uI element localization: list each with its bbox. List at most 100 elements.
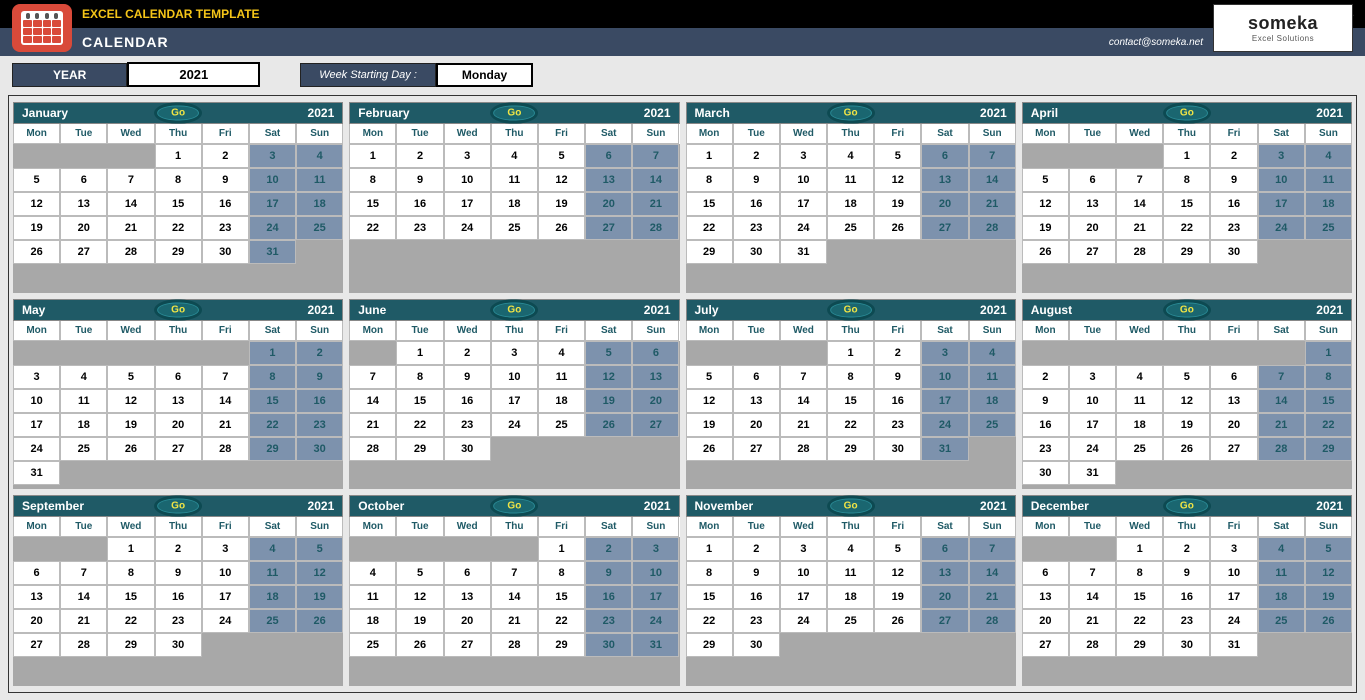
day-cell[interactable]: 7 <box>780 365 827 389</box>
day-cell[interactable]: 3 <box>780 537 827 561</box>
day-cell[interactable]: 8 <box>107 561 154 585</box>
day-cell[interactable]: 3 <box>491 341 538 365</box>
day-cell[interactable]: 27 <box>60 240 107 264</box>
day-cell[interactable]: 28 <box>1258 437 1305 461</box>
day-cell[interactable]: 13 <box>733 389 780 413</box>
day-cell[interactable]: 29 <box>249 437 296 461</box>
day-cell[interactable]: 30 <box>1210 240 1257 264</box>
day-cell[interactable]: 4 <box>349 561 396 585</box>
day-cell[interactable]: 7 <box>632 144 679 168</box>
day-cell[interactable]: 8 <box>1163 168 1210 192</box>
day-cell[interactable]: 16 <box>202 192 249 216</box>
day-cell[interactable]: 21 <box>632 192 679 216</box>
day-cell[interactable]: 2 <box>1210 144 1257 168</box>
day-cell[interactable]: 4 <box>249 537 296 561</box>
day-cell[interactable]: 20 <box>1022 609 1069 633</box>
day-cell[interactable]: 29 <box>686 240 733 264</box>
day-cell[interactable]: 12 <box>686 389 733 413</box>
day-cell[interactable]: 27 <box>632 413 679 437</box>
day-cell[interactable]: 25 <box>296 216 343 240</box>
day-cell[interactable]: 24 <box>1210 609 1257 633</box>
day-cell[interactable]: 26 <box>296 609 343 633</box>
day-cell[interactable]: 26 <box>13 240 60 264</box>
day-cell[interactable]: 21 <box>969 192 1016 216</box>
day-cell[interactable]: 7 <box>60 561 107 585</box>
day-cell[interactable]: 13 <box>921 168 968 192</box>
day-cell[interactable]: 19 <box>874 192 921 216</box>
day-cell[interactable]: 10 <box>1258 168 1305 192</box>
day-cell[interactable]: 5 <box>296 537 343 561</box>
day-cell[interactable]: 16 <box>733 585 780 609</box>
day-cell[interactable]: 18 <box>1258 585 1305 609</box>
day-cell[interactable]: 2 <box>733 537 780 561</box>
day-cell[interactable]: 20 <box>921 585 968 609</box>
day-cell[interactable]: 22 <box>1116 609 1163 633</box>
day-cell[interactable]: 6 <box>1069 168 1116 192</box>
day-cell[interactable]: 11 <box>1258 561 1305 585</box>
go-button[interactable]: Go <box>827 496 875 517</box>
day-cell[interactable]: 26 <box>1022 240 1069 264</box>
day-cell[interactable]: 8 <box>249 365 296 389</box>
day-cell[interactable]: 22 <box>1163 216 1210 240</box>
day-cell[interactable]: 14 <box>969 561 1016 585</box>
day-cell[interactable]: 14 <box>632 168 679 192</box>
day-cell[interactable]: 13 <box>585 168 632 192</box>
day-cell[interactable]: 21 <box>1069 609 1116 633</box>
day-cell[interactable]: 28 <box>969 216 1016 240</box>
day-cell[interactable]: 21 <box>969 585 1016 609</box>
day-cell[interactable]: 31 <box>249 240 296 264</box>
day-cell[interactable]: 27 <box>921 216 968 240</box>
go-button[interactable]: Go <box>490 496 538 517</box>
day-cell[interactable]: 10 <box>780 561 827 585</box>
day-cell[interactable]: 5 <box>686 365 733 389</box>
day-cell[interactable]: 14 <box>107 192 154 216</box>
day-cell[interactable]: 2 <box>1163 537 1210 561</box>
day-cell[interactable]: 22 <box>107 609 154 633</box>
day-cell[interactable]: 25 <box>491 216 538 240</box>
day-cell[interactable]: 23 <box>1210 216 1257 240</box>
day-cell[interactable]: 15 <box>1305 389 1352 413</box>
day-cell[interactable]: 4 <box>491 144 538 168</box>
day-cell[interactable]: 24 <box>202 609 249 633</box>
day-cell[interactable]: 27 <box>155 437 202 461</box>
day-cell[interactable]: 17 <box>921 389 968 413</box>
day-cell[interactable]: 15 <box>686 585 733 609</box>
day-cell[interactable]: 31 <box>780 240 827 264</box>
day-cell[interactable]: 1 <box>827 341 874 365</box>
day-cell[interactable]: 2 <box>444 341 491 365</box>
day-cell[interactable]: 6 <box>155 365 202 389</box>
day-cell[interactable]: 6 <box>444 561 491 585</box>
day-cell[interactable]: 25 <box>827 609 874 633</box>
day-cell[interactable]: 13 <box>60 192 107 216</box>
day-cell[interactable]: 3 <box>1210 537 1257 561</box>
day-cell[interactable]: 3 <box>1069 365 1116 389</box>
day-cell[interactable]: 14 <box>969 168 1016 192</box>
day-cell[interactable]: 19 <box>874 585 921 609</box>
day-cell[interactable]: 1 <box>249 341 296 365</box>
day-cell[interactable]: 2 <box>874 341 921 365</box>
day-cell[interactable]: 26 <box>585 413 632 437</box>
day-cell[interactable]: 3 <box>1258 144 1305 168</box>
day-cell[interactable]: 17 <box>491 389 538 413</box>
day-cell[interactable]: 5 <box>13 168 60 192</box>
day-cell[interactable]: 14 <box>60 585 107 609</box>
day-cell[interactable]: 21 <box>107 216 154 240</box>
day-cell[interactable]: 12 <box>874 168 921 192</box>
day-cell[interactable]: 30 <box>296 437 343 461</box>
day-cell[interactable]: 15 <box>349 192 396 216</box>
day-cell[interactable]: 3 <box>13 365 60 389</box>
day-cell[interactable]: 23 <box>296 413 343 437</box>
day-cell[interactable]: 22 <box>396 413 443 437</box>
day-cell[interactable]: 18 <box>827 585 874 609</box>
day-cell[interactable]: 11 <box>969 365 1016 389</box>
day-cell[interactable]: 14 <box>349 389 396 413</box>
day-cell[interactable]: 26 <box>538 216 585 240</box>
day-cell[interactable]: 18 <box>827 192 874 216</box>
day-cell[interactable]: 15 <box>686 192 733 216</box>
day-cell[interactable]: 23 <box>1022 437 1069 461</box>
day-cell[interactable]: 9 <box>155 561 202 585</box>
day-cell[interactable]: 8 <box>1305 365 1352 389</box>
day-cell[interactable]: 18 <box>491 192 538 216</box>
day-cell[interactable]: 27 <box>1210 437 1257 461</box>
day-cell[interactable]: 5 <box>396 561 443 585</box>
